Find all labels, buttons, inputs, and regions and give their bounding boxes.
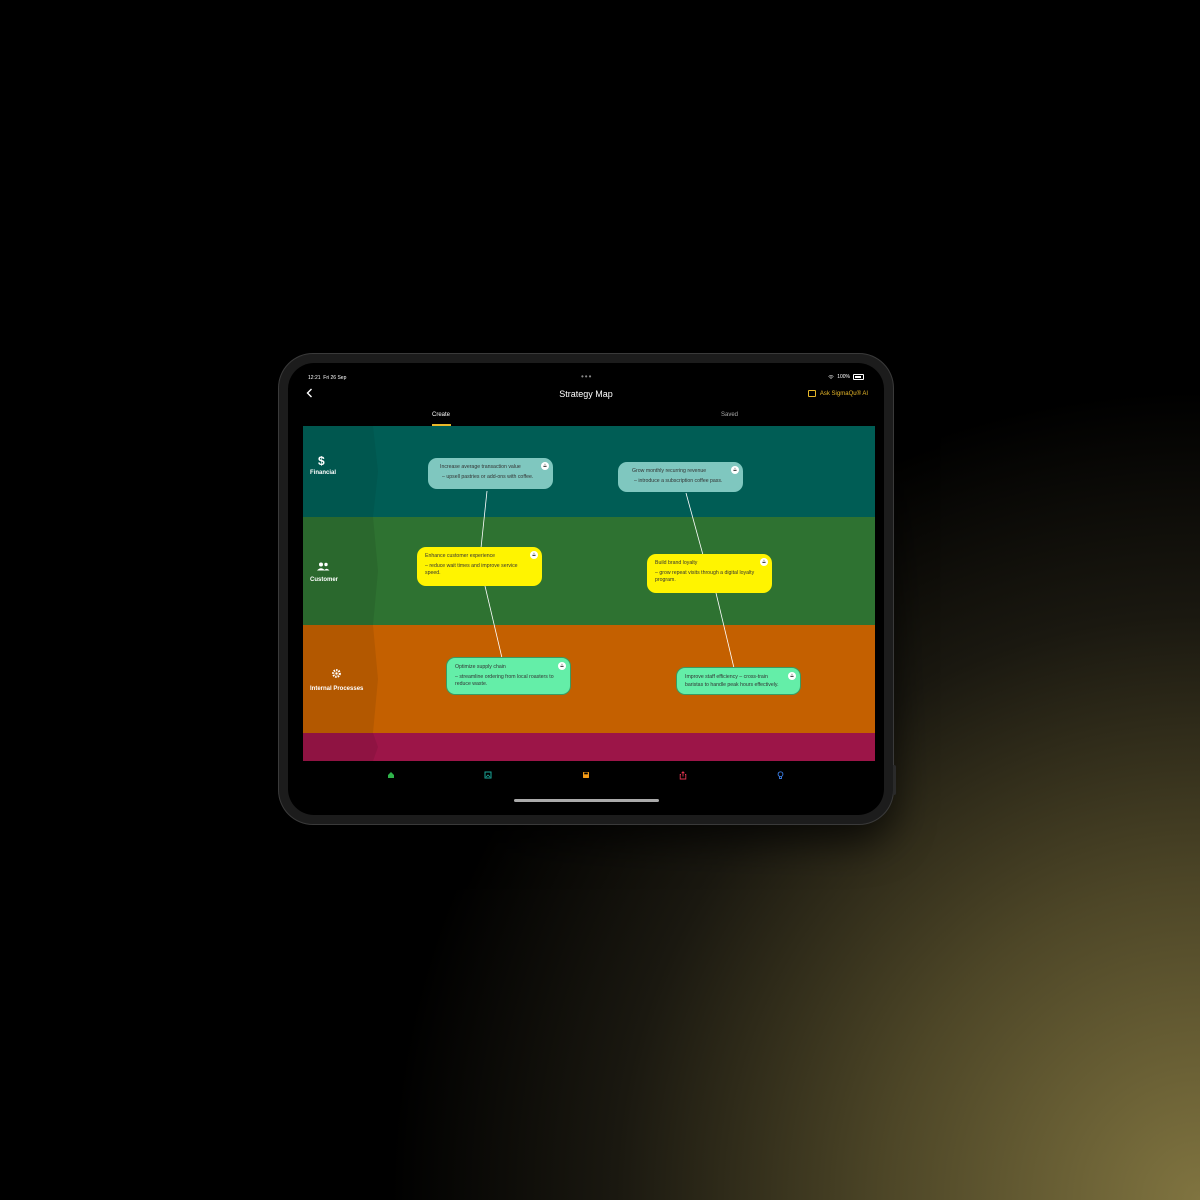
ai-assist-icon[interactable]: ⟁ (731, 466, 739, 474)
ai-assist-icon[interactable]: ⟁ (788, 672, 796, 680)
gear-icon (331, 668, 342, 682)
share-icon[interactable] (679, 771, 687, 782)
objective-card[interactable]: Improve staff efficiency – cross-train b… (676, 667, 801, 695)
home-icon[interactable] (387, 771, 395, 781)
ai-assist-icon[interactable]: ⟁ (760, 558, 768, 566)
save-icon[interactable] (582, 771, 590, 781)
objective-card[interactable]: Optimize supply chain – streamline order… (446, 657, 571, 695)
chat-icon (807, 390, 816, 397)
battery-percent: 100% (837, 374, 850, 380)
segment-tabs: Create Saved (288, 409, 884, 427)
tab-create[interactable]: Create (432, 412, 450, 418)
band-label-financial: $ Financial (303, 426, 378, 517)
band-customer: Customer (303, 517, 875, 625)
band-fourth (303, 733, 875, 761)
ask-ai-button[interactable]: Ask SigmaQu® AI (807, 390, 868, 397)
page-title: Strategy Map (559, 389, 613, 399)
ask-ai-label: Ask SigmaQu® AI (819, 390, 868, 397)
status-time: 12:21 Fri 26 Sep (308, 375, 347, 381)
tab-saved[interactable]: Saved (721, 412, 738, 418)
lightbulb-icon[interactable] (777, 771, 784, 782)
home-indicator (514, 799, 659, 802)
card-title: Optimize supply chain (455, 664, 506, 670)
people-icon (316, 560, 330, 574)
band-label-customer: Customer (303, 517, 378, 625)
ai-assist-icon[interactable]: ⟁ (558, 662, 566, 670)
card-title: Improve staff efficiency – cross-train b… (685, 674, 779, 688)
card-detail: – upsell pastries or add-ons with coffee… (442, 473, 534, 480)
app-screen: 12:21 Fri 26 Sep ••• 100% Strategy Map A… (288, 363, 884, 815)
card-detail: – grow repeat visits through a digital l… (655, 569, 755, 584)
objective-card[interactable]: Increase average transaction value – ups… (428, 458, 553, 489)
card-detail: – introduce a subscription coffee pass. (634, 477, 723, 484)
card-title: Increase average transaction value (440, 464, 521, 470)
image-icon[interactable] (484, 771, 492, 781)
card-title: Build brand loyalty (655, 560, 698, 566)
objective-card[interactable]: Grow monthly recurring revenue – introdu… (618, 462, 743, 492)
nav-bar: Strategy Map Ask SigmaQu® AI (288, 385, 884, 405)
card-detail: – reduce wait times and improve service … (425, 562, 518, 577)
wifi-icon (828, 375, 834, 379)
card-title: Grow monthly recurring revenue (632, 468, 707, 474)
bottom-toolbar (288, 768, 884, 788)
battery-icon (853, 374, 864, 380)
dollar-icon: $ (318, 454, 325, 468)
band-label-fourth (303, 733, 378, 761)
card-detail: – streamline ordering from local roaster… (455, 673, 554, 688)
objective-card[interactable]: Build brand loyalty – grow repeat visits… (647, 554, 772, 593)
multitask-dots[interactable]: ••• (581, 372, 592, 381)
strategy-map: $ Financial Customer Internal Processes (303, 426, 875, 761)
band-financial: $ Financial (303, 426, 875, 517)
ai-assist-icon[interactable]: ⟁ (541, 462, 549, 470)
status-right: 100% (828, 374, 864, 380)
objective-card[interactable]: Enhance customer experience – reduce wai… (417, 547, 542, 586)
band-label-internal-processes: Internal Processes (303, 625, 378, 733)
card-title: Enhance customer experience (425, 553, 496, 559)
ai-assist-icon[interactable]: ⟁ (530, 551, 538, 559)
status-bar: 12:21 Fri 26 Sep ••• 100% (288, 363, 884, 385)
side-button (893, 765, 896, 795)
